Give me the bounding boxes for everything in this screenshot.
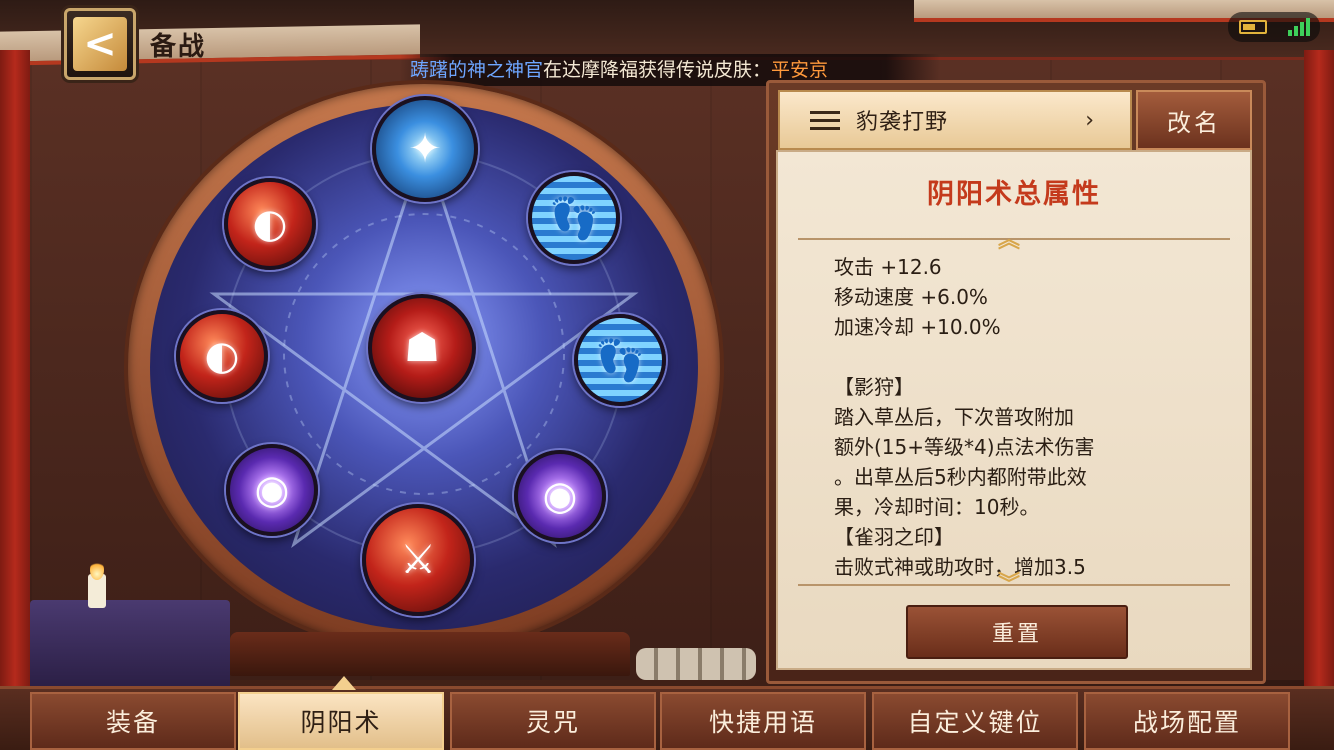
vortex-icon: ◉ xyxy=(254,467,290,513)
tab-spell[interactable]: 灵咒 xyxy=(450,692,656,750)
red-rune-icon: ◐ xyxy=(204,333,240,379)
panel-title: 阴阳术总属性 xyxy=(927,179,1101,210)
tab-battle-config[interactable]: 战场配置 xyxy=(1084,692,1290,750)
scrolls-decoration xyxy=(636,648,756,680)
stat-line: 加速冷却 +10.0% xyxy=(834,315,1001,339)
tab-equipment[interactable]: 装备 xyxy=(30,692,236,750)
rune-slot-top[interactable]: ✦ xyxy=(372,96,478,202)
flame-icon xyxy=(90,560,104,580)
back-button[interactable]: < xyxy=(64,8,136,80)
preset-name: 豹袭打野 xyxy=(856,110,949,135)
rune-slot-left-lower[interactable]: ◉ xyxy=(226,444,318,536)
boot-icon: 👣 xyxy=(595,337,645,384)
rune-slot-right-lower[interactable]: ◉ xyxy=(514,450,606,542)
effect-line: 【雀羽之印】 xyxy=(834,525,954,549)
rune-slot-left-upper[interactable]: ◐ xyxy=(224,178,316,270)
marquee-message: 在达摩降福获得传说皮肤： xyxy=(543,59,772,81)
red-rune-icon: ◐ xyxy=(252,201,288,247)
rename-button[interactable]: 改名 xyxy=(1136,90,1252,150)
rune-slot-right-upper[interactable]: 👣 xyxy=(528,172,620,264)
scroll-up-icon[interactable]: ︽ xyxy=(998,222,1020,254)
effect-line: 【影狩】 xyxy=(834,375,914,399)
active-tab-marker-icon xyxy=(332,676,356,690)
pillar-left xyxy=(0,50,30,690)
effect-line: 额外(15+等级*4)点法术伤害 xyxy=(834,435,1095,459)
battery-icon xyxy=(1238,20,1267,34)
boot-icon: 👣 xyxy=(549,195,599,242)
list-icon xyxy=(810,110,840,130)
rune-slot-left-middle[interactable]: ◐ xyxy=(176,310,268,402)
back-arrow-icon: < xyxy=(73,17,127,71)
preset-selector[interactable]: 豹袭打野 › xyxy=(778,90,1132,150)
marquee-skin-name: 平安京 xyxy=(771,59,829,81)
attribute-text: 攻击 +12.6 移动速度 +6.0% 加速冷却 +10.0% 【影狩】 踏入草… xyxy=(834,252,1234,582)
scroll-down-icon[interactable]: ︾ xyxy=(998,566,1020,598)
effect-line: 。出草丛后5秒内都附带此效 xyxy=(834,465,1087,489)
pillar-right xyxy=(1304,50,1334,690)
blade-icon: ⚔ xyxy=(400,537,436,583)
wheel-stand xyxy=(230,632,630,676)
stat-line: 移动速度 +6.0% xyxy=(834,285,988,309)
stat-line: 攻击 +12.6 xyxy=(834,255,942,279)
tab-quick-chat[interactable]: 快捷用语 xyxy=(660,692,866,750)
status-indicators xyxy=(1228,12,1320,42)
tab-custom-keys[interactable]: 自定义键位 xyxy=(872,692,1078,750)
marquee-player-name: 踌躇的神之神官 xyxy=(410,59,544,81)
beast-icon: ☗ xyxy=(404,325,440,371)
effect-line: 踏入草丛后，下次普攻附加 xyxy=(834,405,1074,429)
reset-button[interactable]: 重置 xyxy=(906,605,1128,659)
chevron-right-icon: › xyxy=(1085,108,1094,133)
signal-icon xyxy=(1287,18,1310,36)
rune-slot-bottom[interactable]: ⚔ xyxy=(362,504,474,616)
rune-slot-right-middle[interactable]: 👣 xyxy=(574,314,666,406)
vortex-icon: ◉ xyxy=(542,473,578,519)
books-decoration xyxy=(30,600,230,690)
rune-slot-center[interactable]: ☗ xyxy=(368,294,476,402)
tab-yinyang[interactable]: 阴阳术 xyxy=(238,692,444,750)
effect-line: 果，冷却时间：10秒。 xyxy=(834,495,1040,519)
bird-icon: ✦ xyxy=(408,126,442,172)
effect-line: 击败式神或助攻时，增加3.5 xyxy=(834,555,1086,579)
page-title: 备战 xyxy=(150,32,207,62)
